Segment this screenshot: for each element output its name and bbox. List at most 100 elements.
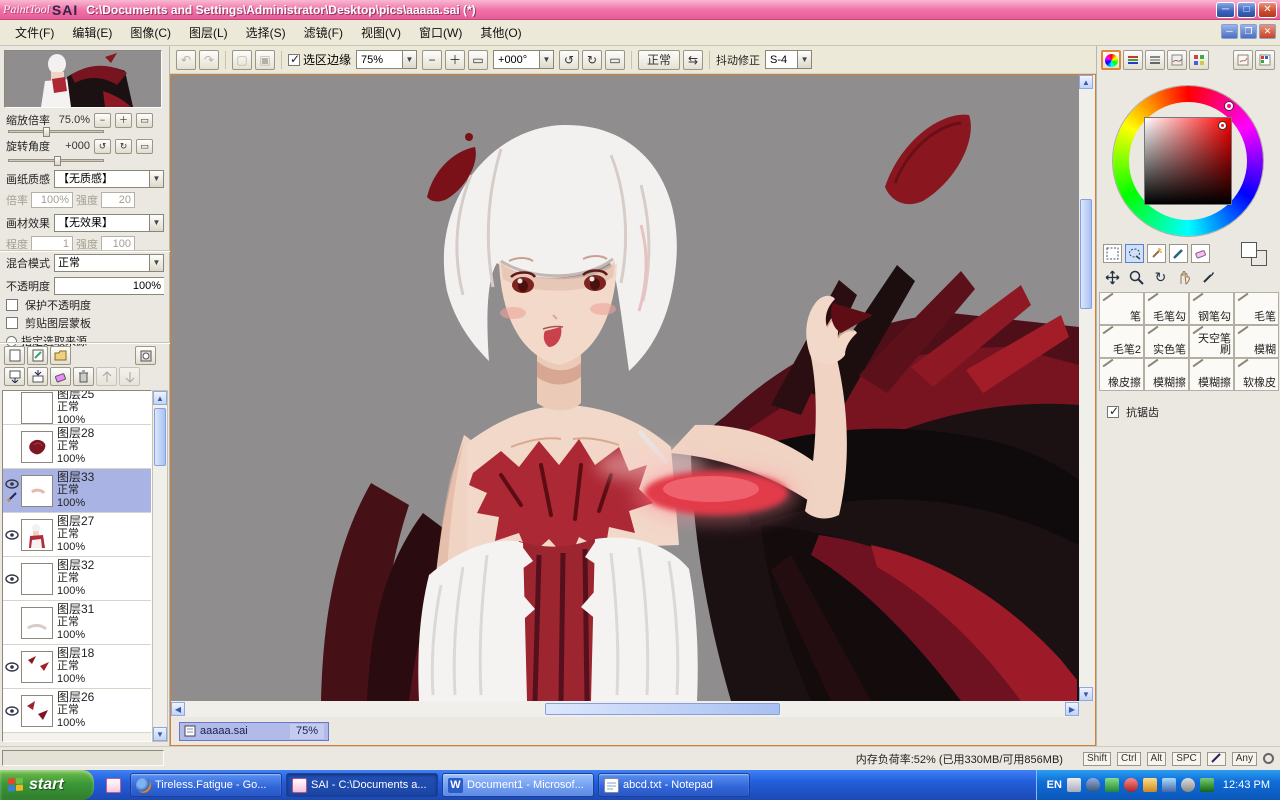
move-tool-icon[interactable] <box>1103 268 1122 287</box>
layer-row[interactable]: 图层18 正常 100% <box>3 645 151 689</box>
menu-image[interactable]: 图像(C) <box>121 21 180 44</box>
vertical-scrollbar[interactable]: ▲ ▼ <box>1079 75 1095 701</box>
taskbar-task-notepad[interactable]: abcd.txt - Notepad <box>598 773 750 797</box>
layer-row[interactable]: 图层27 正常 100% <box>3 513 151 557</box>
brush-pen[interactable]: 笔 <box>1099 292 1144 325</box>
nav-rotate-reset-button[interactable]: ▭ <box>136 138 153 154</box>
nav-zoom-out-button[interactable]: − <box>94 112 111 128</box>
blend-mode-dropdown[interactable]: 正常 ▼ <box>54 254 164 272</box>
tray-alert-icon[interactable] <box>1123 778 1138 792</box>
rotate-cw-button[interactable]: ↻ <box>582 49 603 70</box>
material-effect-value[interactable]: 【无效果】 <box>54 214 149 232</box>
new-linework-layer-icon[interactable] <box>27 346 48 365</box>
magic-wand-icon[interactable] <box>1147 244 1166 263</box>
lower-layer-icon[interactable] <box>119 367 140 386</box>
child-close-button[interactable]: ✕ <box>1259 24 1276 39</box>
brush-eraser[interactable]: 橡皮擦 <box>1099 358 1144 391</box>
lasso-select-icon[interactable] <box>1125 244 1144 263</box>
scroll-right-icon[interactable]: ▶ <box>1065 702 1079 716</box>
color-mixer-tab-icon[interactable] <box>1167 50 1187 70</box>
nav-rotate-ccw-button[interactable]: ↺ <box>94 138 111 154</box>
quick-launch-sai-icon[interactable] <box>105 777 121 793</box>
zoom-combobox[interactable]: 75% ▼ <box>356 50 418 69</box>
tray-update-icon[interactable] <box>1142 778 1157 792</box>
protect-opacity-checkbox[interactable]: 保护不透明度 <box>6 297 164 313</box>
blend-mode-value[interactable]: 正常 <box>54 254 149 272</box>
deselect-icon[interactable]: ▢ <box>232 49 252 70</box>
rotate-ccw-button[interactable]: ↺ <box>559 49 580 70</box>
horizontal-scrollbar[interactable]: ◀ ▶ <box>171 701 1079 717</box>
menu-select[interactable]: 选择(S) <box>237 21 295 44</box>
rotate-reset-button[interactable]: ▭ <box>605 49 626 70</box>
rotate-slider-thumb[interactable] <box>54 156 61 166</box>
vertical-scrollbar-thumb[interactable] <box>1080 199 1092 309</box>
undo-icon[interactable]: ↶ <box>176 49 196 70</box>
menu-layer[interactable]: 图层(L) <box>180 21 237 44</box>
material-effect-dropdown-icon[interactable]: ▼ <box>149 214 164 232</box>
opacity-slider[interactable]: 100% <box>54 277 164 295</box>
visibility-eye-icon[interactable] <box>5 573 19 584</box>
start-button[interactable]: start <box>0 770 94 800</box>
scroll-down-icon[interactable]: ▼ <box>1079 687 1093 701</box>
nav-rotate-cw-button[interactable]: ↻ <box>115 138 132 154</box>
taskbar-task-browser[interactable]: Tireless.Fatigue - Go... <box>130 773 282 797</box>
raise-layer-icon[interactable] <box>96 367 117 386</box>
zoom-in-button[interactable]: ＋ <box>445 49 466 70</box>
selection-edge-checkbox[interactable]: 选区边缘 <box>288 51 351 68</box>
brush-blur-eraser-2[interactable]: 模糊擦 <box>1189 358 1234 391</box>
zoom-slider-thumb[interactable] <box>43 127 50 137</box>
zoom-reset-button[interactable]: ▭ <box>468 49 489 70</box>
clear-layer-icon[interactable] <box>50 367 71 386</box>
sv-marker[interactable] <box>1219 122 1226 129</box>
rgb-sliders-tab-icon[interactable] <box>1123 50 1143 70</box>
hue-marker[interactable] <box>1225 102 1233 110</box>
tray-volume-icon[interactable] <box>1161 778 1176 792</box>
tray-shield-icon[interactable] <box>1199 778 1214 792</box>
horizontal-scrollbar-thumb[interactable] <box>545 703 780 715</box>
minimize-button[interactable]: ─ <box>1216 1 1235 18</box>
redo-icon[interactable]: ↷ <box>199 49 219 70</box>
angle-value[interactable]: +000° <box>493 50 540 69</box>
paper-texture-value[interactable]: 【无质感】 <box>54 170 149 188</box>
menu-view[interactable]: 视图(V) <box>352 21 410 44</box>
selection-eraser-icon[interactable] <box>1191 244 1210 263</box>
brush-sky[interactable]: 天空笔刷 <box>1189 325 1234 358</box>
primary-color-swatch[interactable] <box>1241 242 1257 258</box>
jitter-dropdown-icon[interactable]: ▼ <box>797 50 813 69</box>
menu-filter[interactable]: 滤镜(F) <box>295 21 352 44</box>
zoom-value[interactable]: 75% <box>356 50 403 69</box>
tray-antivirus-icon[interactable] <box>1104 778 1119 792</box>
hsv-sliders-tab-icon[interactable] <box>1145 50 1165 70</box>
close-button[interactable]: ✕ <box>1258 1 1277 18</box>
document-tab[interactable]: aaaaa.sai 75% <box>179 721 329 741</box>
child-minimize-button[interactable]: ─ <box>1221 24 1238 39</box>
scroll-down-icon[interactable]: ▼ <box>153 727 167 741</box>
visibility-eye-icon[interactable] <box>5 661 19 672</box>
merge-down-icon[interactable] <box>27 367 48 386</box>
visibility-eye-icon[interactable] <box>5 478 19 489</box>
eyedropper-tool-icon[interactable] <box>1199 268 1218 287</box>
zoom-tool-icon[interactable] <box>1127 268 1146 287</box>
scratchpad-tab-icon[interactable] <box>1233 50 1253 70</box>
menu-window[interactable]: 窗口(W) <box>410 21 471 44</box>
scroll-up-icon[interactable]: ▲ <box>1079 75 1093 89</box>
transfer-down-icon[interactable] <box>4 367 25 386</box>
paper-texture-dropdown[interactable]: 【无质感】 ▼ <box>54 170 164 188</box>
antialias-checkbox[interactable]: 抗锯齿 <box>1107 404 1159 420</box>
brush-soft-eraser[interactable]: 软橡皮 <box>1234 358 1279 391</box>
jitter-combobox[interactable]: S-4 ▼ <box>765 50 813 69</box>
navigator-preview[interactable] <box>4 50 162 108</box>
clipping-mask-checkbox[interactable]: 剪贴图层蒙板 <box>6 315 164 331</box>
new-layer-icon[interactable] <box>4 346 25 365</box>
swatches-tab-icon[interactable] <box>1189 50 1209 70</box>
angle-combobox[interactable]: +000° ▼ <box>493 50 555 69</box>
brush-blur-eraser[interactable]: 模糊擦 <box>1144 358 1189 391</box>
brush-brush2[interactable]: 毛笔2 <box>1099 325 1144 358</box>
layer-row[interactable]: 图层28 正常 100% <box>3 425 151 469</box>
selection-pen-icon[interactable] <box>1169 244 1188 263</box>
zoom-slider[interactable] <box>8 127 104 137</box>
child-restore-button[interactable]: ❐ <box>1240 24 1257 39</box>
rotate-slider[interactable] <box>8 156 104 166</box>
layer-row[interactable]: 图层25 正常 100% <box>3 391 151 426</box>
language-indicator[interactable]: EN <box>1047 779 1062 791</box>
